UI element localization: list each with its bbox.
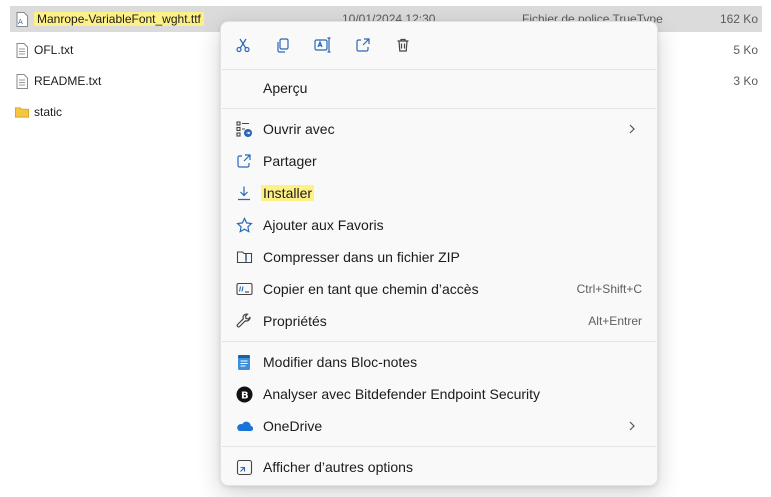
scissors-icon[interactable] (232, 34, 254, 56)
chevron-right-icon (629, 421, 635, 431)
menu-item-notepad[interactable]: Modifier dans Bloc-notes (225, 347, 653, 377)
menu-item-share[interactable]: Partager (225, 146, 653, 176)
copy-icon[interactable] (272, 34, 294, 56)
menu-item-label: Analyser avec Bitdefender Endpoint Secur… (263, 386, 541, 402)
file-size: 162 Ko (719, 12, 758, 26)
menu-item-properties[interactable]: Propriétés Alt+Entrer (225, 306, 653, 336)
menu-item-onedrive[interactable]: OneDrive (225, 411, 653, 441)
menu-item-label: Installer (261, 185, 315, 201)
separator (222, 69, 656, 70)
onedrive-icon (235, 417, 253, 435)
separator (222, 446, 656, 447)
copy-path-icon (235, 280, 253, 298)
svg-text:A: A (18, 18, 23, 26)
rename-icon[interactable] (312, 34, 334, 56)
menu-item-label: Propriétés (263, 313, 327, 329)
folder-icon (15, 104, 29, 120)
file-name: Manrope-VariableFont_wght.ttf (34, 12, 204, 26)
wrench-icon (235, 312, 253, 330)
share-icon[interactable] (352, 34, 374, 56)
menu-item-more-options[interactable]: Afficher d’autres options (225, 452, 653, 482)
share-icon (235, 152, 253, 170)
file-name: README.txt (34, 74, 102, 88)
shortcut-hint: Alt+Entrer (588, 314, 642, 328)
notepad-icon (235, 353, 253, 371)
menu-item-favorites[interactable]: Ajouter aux Favoris (225, 210, 653, 240)
menu-item-apercu[interactable]: Aperçu (225, 73, 653, 103)
file-size: 5 Ko (733, 43, 758, 57)
menu-item-label: OneDrive (263, 418, 323, 434)
menu-item-copy-path[interactable]: Copier en tant que chemin d’accès Ctrl+S… (225, 274, 653, 304)
menu-item-label: Partager (263, 153, 317, 169)
text-file-icon (15, 42, 29, 58)
font-file-icon: A (15, 11, 29, 27)
separator (222, 341, 656, 342)
menu-item-label: Afficher d’autres options (263, 459, 413, 475)
text-file-icon (15, 73, 29, 89)
context-menu: Aperçu Ouvrir avec Partager Installer Aj… (220, 21, 658, 486)
star-icon (235, 216, 253, 234)
chevron-right-icon (629, 124, 635, 134)
bitdefender-icon: B (235, 385, 253, 403)
file-size: 3 Ko (733, 74, 758, 88)
zip-icon (235, 248, 253, 266)
download-icon (235, 184, 253, 202)
menu-item-compress-zip[interactable]: Compresser dans un fichier ZIP (225, 242, 653, 272)
menu-item-install[interactable]: Installer (225, 178, 653, 208)
menu-item-bitdefender[interactable]: B Analyser avec Bitdefender Endpoint Sec… (225, 379, 653, 409)
menu-item-label: Compresser dans un fichier ZIP (263, 249, 460, 265)
menu-item-label: Modifier dans Bloc-notes (263, 354, 418, 370)
file-name: OFL.txt (34, 43, 74, 57)
trash-icon[interactable] (392, 34, 414, 56)
menu-item-label: Aperçu (263, 80, 308, 96)
menu-item-label: Copier en tant que chemin d’accès (263, 281, 479, 297)
open-with-icon (235, 120, 253, 138)
svg-text:B: B (241, 390, 249, 401)
file-name: static (34, 105, 63, 119)
menu-item-open-with[interactable]: Ouvrir avec (225, 114, 653, 144)
menu-item-label: Ajouter aux Favoris (263, 217, 384, 233)
menu-item-label: Ouvrir avec (263, 121, 335, 137)
context-menu-toolbar (221, 22, 657, 69)
more-options-icon (235, 458, 253, 476)
shortcut-hint: Ctrl+Shift+C (576, 282, 642, 296)
separator (222, 108, 656, 109)
